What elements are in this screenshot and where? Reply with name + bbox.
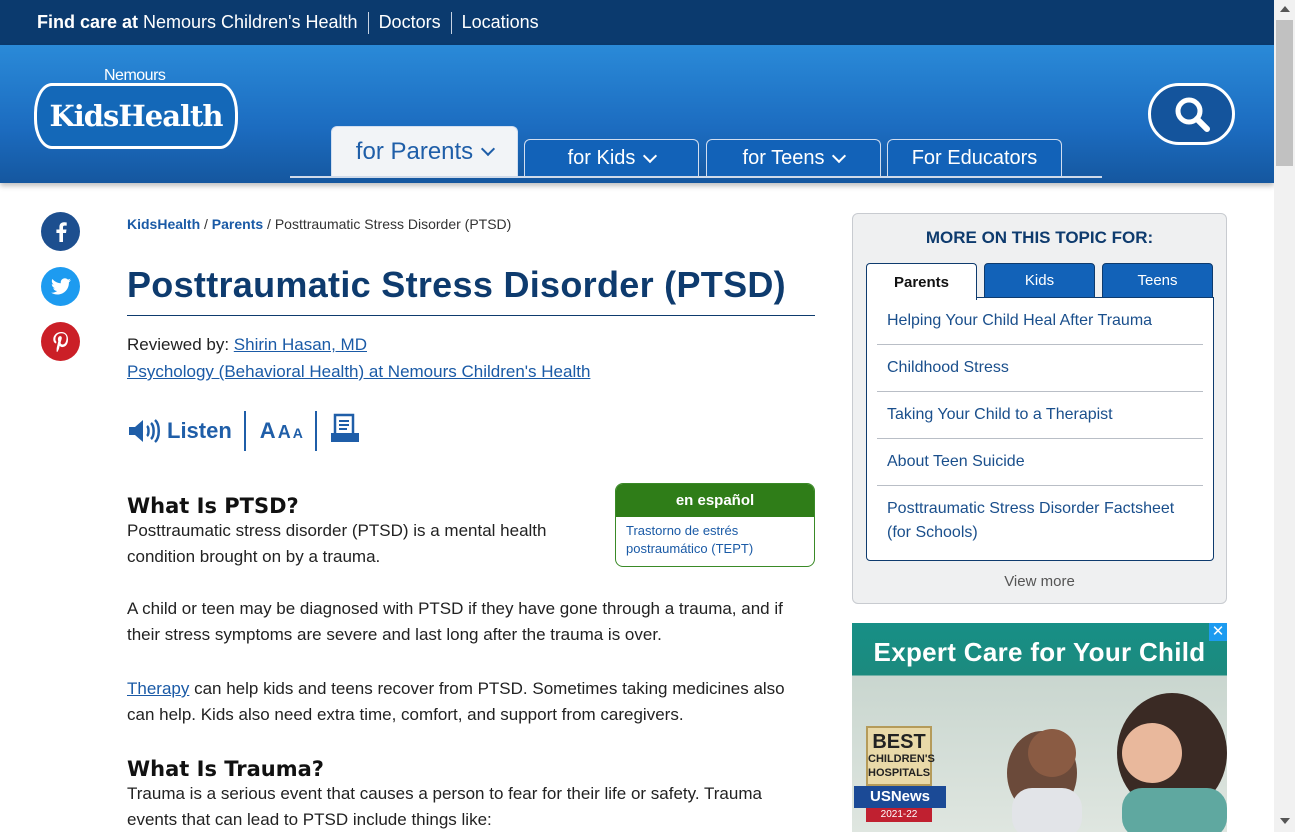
badge-text: HOSPITALS xyxy=(868,767,931,779)
listen-label: Listen xyxy=(167,418,232,443)
tab-for-kids[interactable]: for Kids xyxy=(524,139,699,177)
kidshealth-logo[interactable]: Nemours KidsHealth xyxy=(34,67,238,151)
twitter-icon xyxy=(50,278,71,295)
chevron-down-icon xyxy=(481,141,496,156)
print-button[interactable] xyxy=(317,413,361,450)
tab-label: for Kids xyxy=(567,147,636,169)
breadcrumb-parents[interactable]: Parents xyxy=(212,216,263,232)
breadcrumb: KidsHealth / Parents / Posttraumatic Str… xyxy=(127,216,511,232)
reviewer-link[interactable]: Shirin Hasan, MD xyxy=(234,335,367,354)
breadcrumb-current: Posttraumatic Stress Disorder (PTSD) xyxy=(274,216,512,232)
best-childrens-hospitals-badge: BEST CHILDREN'S HOSPITALS USNews 2021-22 xyxy=(854,726,958,832)
advertisement[interactable]: Expert Care for Your Child ✕ BEST CHILDR… xyxy=(852,623,1227,832)
speaker-icon xyxy=(129,419,160,443)
topic-link[interactable]: Helping Your Child Heal After Trauma xyxy=(877,298,1203,345)
paragraph: Posttraumatic stress disorder (PTSD) is … xyxy=(127,521,547,566)
text-size-icon: AAA xyxy=(259,418,303,443)
badge-text: 2021-22 xyxy=(866,808,932,822)
topic-box-title: MORE ON THIS TOPIC FOR: xyxy=(925,228,1154,247)
article-tools: Listen AAA xyxy=(127,410,361,452)
topic-tab-kids[interactable]: Kids xyxy=(984,263,1095,298)
logo-kidshealth-text: KidsHealth xyxy=(49,99,224,133)
find-care-org: Nemours Children's Health xyxy=(143,12,358,32)
logo-badge: KidsHealth xyxy=(34,83,238,149)
topic-link[interactable]: Posttraumatic Stress Disorder Factsheet … xyxy=(877,486,1203,556)
section-heading-what-is-ptsd: What Is PTSD? xyxy=(127,494,299,518)
vertical-scrollbar[interactable] xyxy=(1274,0,1295,832)
facebook-icon xyxy=(55,221,67,242)
paragraph: A child or teen may be diagnosed with PT… xyxy=(127,599,783,644)
scroll-down-arrow[interactable] xyxy=(1280,818,1290,824)
tab-label: For Educators xyxy=(911,147,1038,169)
view-more-link[interactable]: View more xyxy=(853,573,1226,590)
topic-link-list: Helping Your Child Heal After Trauma Chi… xyxy=(866,297,1214,561)
tab-for-parents[interactable]: for Parents xyxy=(331,126,518,176)
twitter-share-button[interactable] xyxy=(41,267,80,306)
search-icon xyxy=(1175,97,1210,132)
find-care-link[interactable]: Find care at Nemours Children's Health xyxy=(37,12,358,33)
tab-for-educators[interactable]: For Educators xyxy=(887,139,1062,177)
department-link[interactable]: Psychology (Behavioral Health) at Nemour… xyxy=(127,362,590,381)
tab-for-teens[interactable]: for Teens xyxy=(706,139,881,177)
chevron-down-icon xyxy=(643,148,658,163)
reviewed-by: Reviewed by: Shirin Hasan, MD Psychology… xyxy=(127,331,590,385)
topic-link[interactable]: Taking Your Child to a Therapist xyxy=(877,392,1203,439)
print-icon xyxy=(330,413,359,442)
pinterest-icon xyxy=(52,331,68,352)
site-header: Nemours KidsHealth for Parents for Kids … xyxy=(0,45,1274,183)
paragraph: Therapy can help kids and teens recover … xyxy=(127,676,815,728)
text-size-button[interactable]: AAA xyxy=(246,418,315,444)
doctors-link[interactable]: Doctors xyxy=(379,12,441,33)
locations-link[interactable]: Locations xyxy=(462,12,539,33)
tab-label: for Teens xyxy=(742,147,825,169)
chevron-down-icon xyxy=(832,148,847,163)
spanish-article-link[interactable]: Trastorno de estrés postraumático (TEPT) xyxy=(616,517,814,563)
divider xyxy=(450,11,452,34)
breadcrumb-separator: / xyxy=(263,216,275,232)
topic-link[interactable]: Childhood Stress xyxy=(877,345,1203,392)
nav-underline xyxy=(290,176,1102,178)
scroll-up-arrow[interactable] xyxy=(1280,6,1290,12)
spanish-header: en español xyxy=(616,484,814,517)
topic-tab-parents[interactable]: Parents xyxy=(866,263,977,300)
section-heading-what-is-trauma: What Is Trauma? xyxy=(127,757,324,781)
spanish-version-box: en español Trastorno de estrés postraumá… xyxy=(615,483,815,567)
therapy-link[interactable]: Therapy xyxy=(127,679,189,698)
search-button[interactable] xyxy=(1148,83,1235,145)
breadcrumb-separator: / xyxy=(200,216,212,232)
top-utility-bar: Find care at Nemours Children's Health D… xyxy=(0,0,1274,45)
badge-text: USNews xyxy=(854,786,946,808)
divider xyxy=(367,11,369,34)
tab-label: for Parents xyxy=(355,137,474,165)
find-care-bold: Find care at xyxy=(37,12,144,32)
reviewed-label: Reviewed by: xyxy=(127,335,234,354)
paragraph-text: can help kids and teens recover from PTS… xyxy=(127,679,785,724)
more-on-topic-box: MORE ON THIS TOPIC FOR: Parents Kids Tee… xyxy=(852,213,1227,604)
badge-text: CHILDREN'S xyxy=(868,753,935,765)
scrollbar-thumb[interactable] xyxy=(1276,20,1293,166)
topic-link[interactable]: About Teen Suicide xyxy=(877,439,1203,486)
pinterest-share-button[interactable] xyxy=(41,322,80,361)
breadcrumb-home[interactable]: KidsHealth xyxy=(127,216,200,232)
facebook-share-button[interactable] xyxy=(41,212,80,251)
paragraph: Trauma is a serious event that causes a … xyxy=(127,784,762,829)
topic-tab-teens[interactable]: Teens xyxy=(1102,263,1213,298)
listen-button[interactable]: Listen xyxy=(127,418,244,444)
page-title: Posttraumatic Stress Disorder (PTSD) xyxy=(127,264,815,316)
badge-text: BEST xyxy=(872,731,926,753)
